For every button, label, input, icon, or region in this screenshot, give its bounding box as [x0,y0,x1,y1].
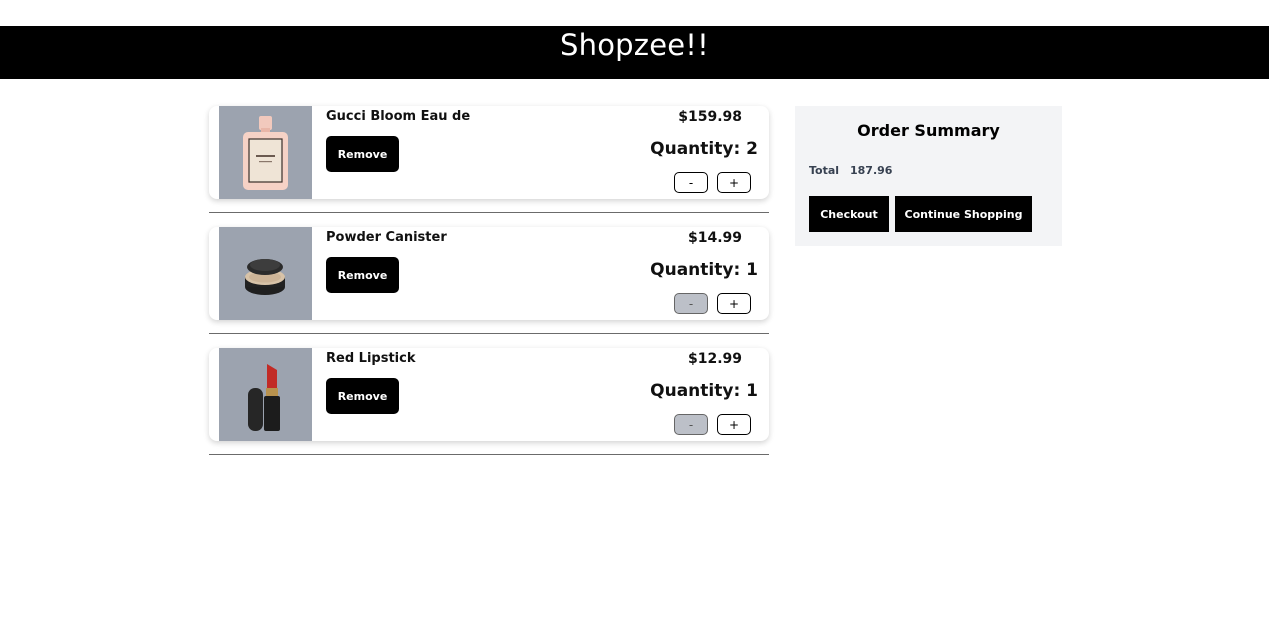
decrease-quantity-button[interactable]: - [674,293,708,314]
cart-item-card: Gucci Bloom Eau de Remove $159.98 Quanti… [209,106,769,199]
cart-item: Red Lipstick Remove $12.99 Quantity: 1 -… [209,348,769,469]
product-quantity: Quantity: 1 [650,381,758,401]
perfume-bottle-icon [219,106,312,199]
continue-shopping-button[interactable]: Continue Shopping [895,196,1032,232]
order-summary-title: Order Summary [857,121,1000,140]
increase-quantity-button[interactable]: + [717,172,751,193]
decrease-quantity-button[interactable]: - [674,414,708,435]
product-price: $14.99 [687,230,742,246]
cart-item: Powder Canister Remove $14.99 Quantity: … [209,227,769,348]
remove-button[interactable]: Remove [326,257,399,293]
cart-list: Gucci Bloom Eau de Remove $159.98 Quanti… [209,106,769,469]
lipstick-icon [219,348,312,441]
product-name: Red Lipstick [326,351,416,366]
cart-item: Gucci Bloom Eau de Remove $159.98 Quanti… [209,106,769,227]
increase-quantity-button[interactable]: + [717,414,751,435]
product-quantity: Quantity: 1 [650,260,758,280]
powder-canister-icon [219,227,312,320]
product-name: Gucci Bloom Eau de [326,109,471,124]
cart-item-card: Red Lipstick Remove $12.99 Quantity: 1 -… [209,348,769,441]
header-bar: Shopzee!! [0,26,1269,79]
product-price: $12.99 [687,351,742,367]
remove-button[interactable]: Remove [326,136,399,172]
item-divider [209,333,769,334]
decrease-quantity-button[interactable]: - [674,172,708,193]
item-divider [209,212,769,213]
remove-button[interactable]: Remove [326,378,399,414]
brand-title: Shopzee!! [560,28,709,62]
cart-item-card: Powder Canister Remove $14.99 Quantity: … [209,227,769,320]
total-value: 187.96 [850,164,893,177]
increase-quantity-button[interactable]: + [717,293,751,314]
total-label: Total [809,164,840,177]
product-quantity: Quantity: 2 [650,139,758,159]
product-name: Powder Canister [326,230,447,245]
item-divider [209,454,769,455]
checkout-button[interactable]: Checkout [809,196,889,232]
order-summary-panel: Order Summary Total 187.96 Checkout Cont… [795,106,1062,246]
product-price: $159.98 [678,109,742,125]
